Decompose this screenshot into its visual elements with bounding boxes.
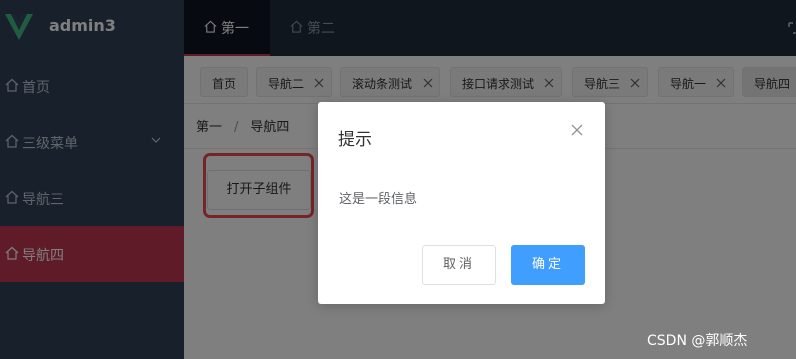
confirm-button[interactable]: 确定 bbox=[511, 245, 585, 285]
message-box: 提示 这是一段信息 取消 确定 bbox=[318, 102, 605, 304]
dialog-message: 这是一段信息 bbox=[339, 192, 418, 207]
cancel-button[interactable]: 取消 bbox=[422, 245, 496, 285]
dialog-title: 提示 bbox=[338, 130, 372, 150]
watermark: CSDN @郭顺杰 bbox=[647, 333, 748, 349]
close-icon[interactable] bbox=[571, 124, 583, 136]
